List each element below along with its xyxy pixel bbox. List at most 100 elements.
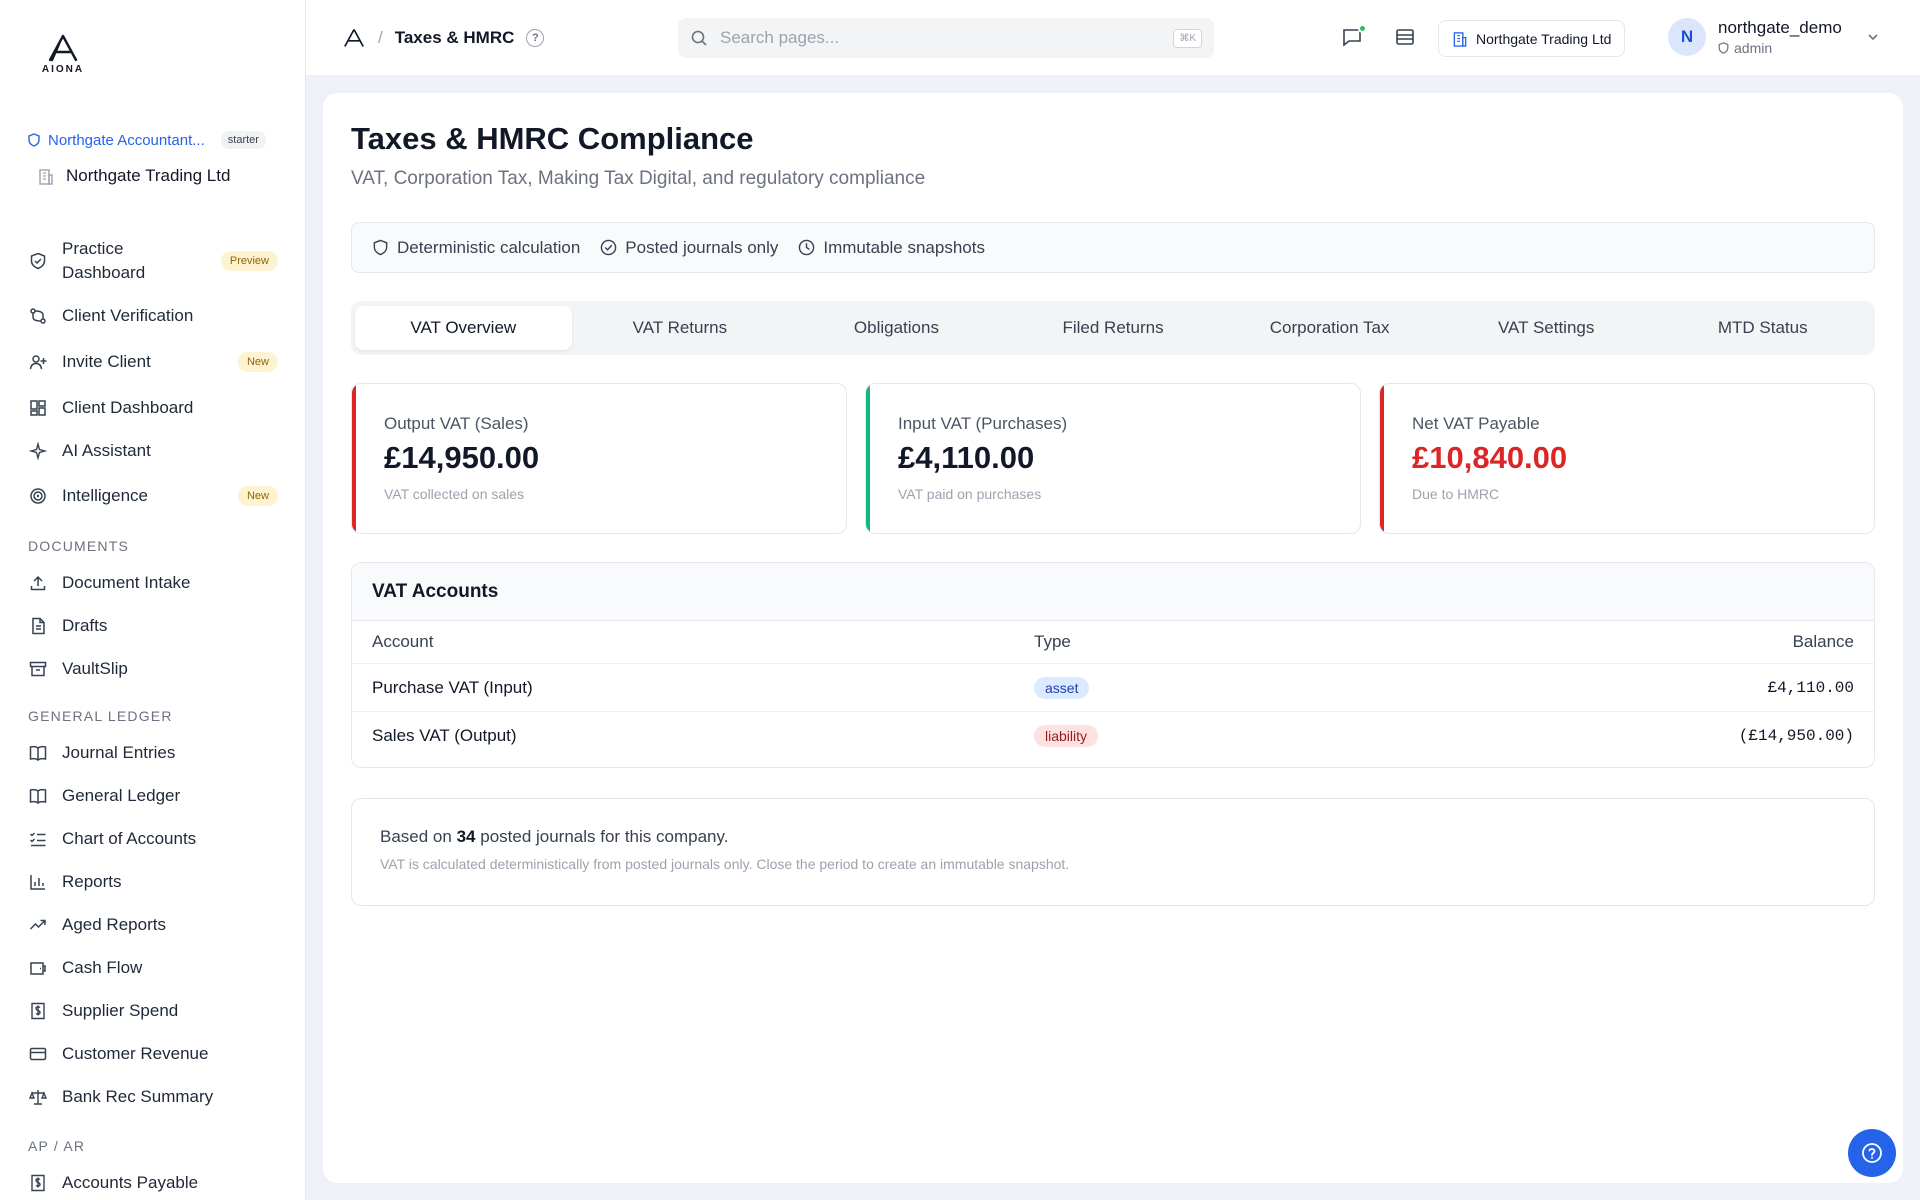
new-badge: New (237, 352, 278, 372)
sidebar-item-label: Accounts Payable (62, 1173, 199, 1192)
sidebar-item-label: General Ledger (62, 786, 181, 805)
sidebar-item-journal-entries[interactable]: Journal Entries (28, 741, 278, 765)
current-company[interactable]: Northgate Trading Ltd (38, 166, 230, 186)
stat-label: Net VAT Payable (1412, 414, 1540, 433)
avatar: N (1668, 18, 1706, 56)
search-shortcut: ⌘K (1173, 28, 1202, 48)
section-heading-general-ledger: GENERAL LEDGER (28, 708, 173, 724)
sidebar-item-invite-client[interactable]: Invite Client New (28, 350, 278, 374)
building-icon (39, 168, 53, 185)
upload-icon (28, 573, 48, 593)
scale-icon (28, 1087, 48, 1107)
sidebar-item-customer-revenue[interactable]: Customer Revenue (28, 1042, 278, 1066)
bar-chart-icon (28, 872, 48, 892)
sidebar-item-cash-flow[interactable]: Cash Flow (28, 956, 278, 980)
sidebar-item-reports[interactable]: Reports (28, 870, 278, 894)
layout-toggle-button[interactable] (1394, 26, 1418, 50)
stat-card-net-vat: Net VAT Payable £10,840.00 Due to HMRC (1379, 383, 1875, 534)
stat-value: £4,110.00 (898, 440, 1035, 475)
page-subtitle: VAT, Corporation Tax, Making Tax Digital… (351, 168, 926, 189)
user-plus-icon (28, 352, 48, 372)
company-switcher-button[interactable]: Northgate Trading Ltd (1438, 20, 1626, 57)
book-open-icon (28, 743, 48, 763)
building-icon (1453, 31, 1467, 47)
top-bar: / Taxes & HMRC ? Search pages... ⌘K Nort… (306, 0, 1920, 76)
sidebar-item-aged-reports[interactable]: Aged Reports (28, 913, 278, 937)
sidebar-item-label: Client Verification (62, 306, 194, 325)
target-icon (28, 486, 48, 506)
check-circle-icon (601, 239, 617, 256)
tab-vat-returns[interactable]: VAT Returns (572, 306, 789, 350)
company-name: Northgate Trading Ltd (66, 166, 231, 185)
stat-card-output-vat: Output VAT (Sales) £14,950.00 VAT collec… (351, 383, 847, 534)
sparkles-icon (28, 441, 48, 461)
tab-filed-returns[interactable]: Filed Returns (1005, 306, 1222, 350)
organization-name: Northgate Accountant... (48, 131, 205, 149)
account-name: Purchase VAT (Input) (372, 677, 533, 697)
type-badge: asset (1034, 676, 1090, 699)
journal-count: 34 (456, 827, 476, 846)
new-badge: New (237, 486, 278, 506)
sidebar-item-document-intake[interactable]: Document Intake (28, 571, 278, 595)
search-icon (691, 30, 707, 46)
tab-obligations[interactable]: Obligations (788, 306, 1005, 350)
tab-mtd-status[interactable]: MTD Status (1654, 306, 1871, 350)
receipt-icon (28, 1173, 48, 1193)
messages-button[interactable] (1341, 24, 1367, 50)
sidebar-item-bank-rec-summary[interactable]: Bank Rec Summary (28, 1085, 278, 1109)
wallet-icon (28, 958, 48, 978)
sidebar-item-drafts[interactable]: Drafts (28, 614, 278, 638)
book-icon (28, 786, 48, 806)
assurance-snapshots: Immutable snapshots (798, 238, 985, 258)
section-heading-documents: DOCUMENTS (28, 538, 130, 554)
user-info: northgate_demo admin (1718, 18, 1842, 56)
help-icon[interactable]: ? (526, 29, 545, 47)
list-checks-icon (28, 829, 48, 849)
sidebar-item-vaultslip[interactable]: VaultSlip (28, 657, 278, 681)
sidebar-item-client-verification[interactable]: Client Verification (28, 304, 278, 328)
logo-icon (48, 34, 78, 62)
section-heading-ap-ar: AP / AR (28, 1138, 86, 1154)
sidebar-item-label: Document Intake (62, 573, 191, 592)
sidebar-item-label: Chart of Accounts (62, 829, 197, 848)
sidebar-item-supplier-spend[interactable]: Supplier Spend (28, 999, 278, 1023)
table-row[interactable]: Sales VAT (Output) liability (£14,950.00… (352, 712, 1874, 760)
footnote-suffix: posted journals for this company. (480, 827, 729, 846)
file-text-icon (28, 616, 48, 636)
sidebar: AIONA Northgate Accountant... starter No… (0, 0, 306, 1200)
sidebar-item-chart-of-accounts[interactable]: Chart of Accounts (28, 827, 278, 851)
shield-check-icon (28, 251, 48, 271)
tab-bar: VAT Overview VAT Returns Obligations Fil… (351, 301, 1875, 355)
shield-icon (373, 239, 388, 256)
home-logo-icon[interactable] (342, 26, 366, 50)
assurance-label: Deterministic calculation (397, 237, 581, 257)
column-header-account: Account (372, 632, 434, 651)
sidebar-item-general-ledger[interactable]: General Ledger (28, 784, 278, 808)
sidebar-item-client-dashboard[interactable]: Client Dashboard (28, 396, 278, 420)
sidebar-item-accounts-payable[interactable]: Accounts Payable (28, 1171, 278, 1195)
receipt-icon (28, 1001, 48, 1021)
sidebar-item-ai-assistant[interactable]: AI Assistant (28, 439, 278, 463)
search-input[interactable]: Search pages... ⌘K (678, 18, 1214, 58)
chevron-down-icon[interactable] (1866, 30, 1880, 44)
help-button[interactable] (1848, 1129, 1896, 1177)
tab-corporation-tax[interactable]: Corporation Tax (1221, 306, 1438, 350)
sidebar-item-intelligence[interactable]: Intelligence New (28, 484, 278, 508)
tab-vat-settings[interactable]: VAT Settings (1438, 306, 1655, 350)
organization-switcher[interactable]: Northgate Accountant... starter (28, 131, 266, 149)
company-switcher-label: Northgate Trading Ltd (1476, 30, 1612, 47)
sidebar-item-label: Practice Dashboard (62, 239, 146, 282)
sidebar-item-label: Client Dashboard (62, 398, 194, 417)
vat-accounts-title: VAT Accounts (352, 563, 1874, 621)
sidebar-item-practice-dashboard[interactable]: Practice Dashboard Preview (28, 237, 278, 285)
credit-card-icon (28, 1044, 48, 1064)
shield-icon (28, 133, 40, 147)
panel-icon (1396, 29, 1414, 45)
journal-count-line: Based on 34 posted journals for this com… (380, 827, 1874, 847)
logo-text: AIONA (41, 64, 85, 75)
account-balance: £4,110.00 (1767, 678, 1854, 697)
table-row[interactable]: Purchase VAT (Input) asset £4,110.00 (352, 664, 1874, 712)
user-menu[interactable]: N northgate_demo admin (1668, 18, 1880, 56)
app-logo[interactable]: AIONA (40, 34, 86, 80)
tab-vat-overview[interactable]: VAT Overview (355, 306, 572, 350)
